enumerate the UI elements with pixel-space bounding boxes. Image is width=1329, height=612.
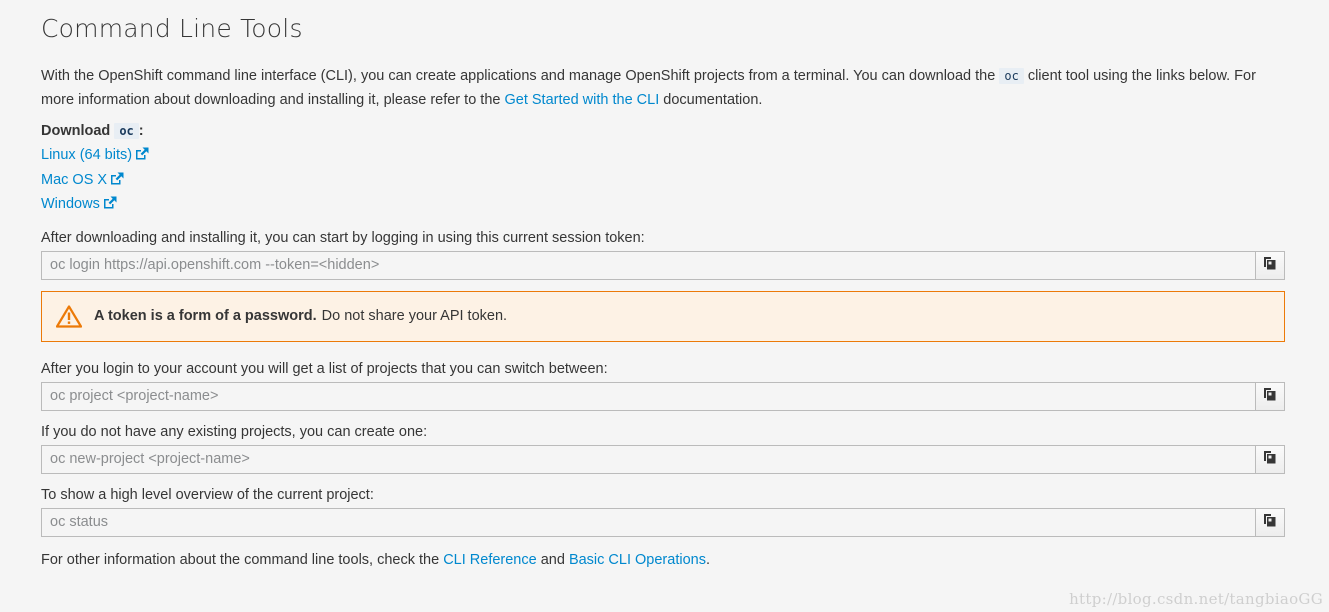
footer-text-2: and	[536, 551, 569, 568]
copy-status-command-button[interactable]	[1256, 507, 1285, 537]
download-windows-link[interactable]: Windows	[41, 196, 117, 212]
download-heading-code: oc	[114, 123, 139, 139]
new-project-label: If you do not have any existing projects…	[41, 423, 428, 440]
status-label: To show a high level overview of the cur…	[41, 486, 374, 503]
download-link-row-mac: Mac OS X	[41, 169, 1285, 194]
download-mac-link[interactable]: Mac OS X	[41, 172, 124, 188]
footer-text-1: For other information about the command …	[41, 551, 444, 568]
copy-icon	[1263, 450, 1277, 469]
cli-reference-link[interactable]: CLI Reference	[443, 552, 537, 568]
project-switch-label: After you login to your account you will…	[41, 360, 608, 377]
page-title: Command Line Tools	[41, 14, 303, 43]
copy-project-command-button[interactable]	[1256, 381, 1285, 411]
download-link-row-windows: Windows	[41, 193, 1285, 218]
copy-icon	[1263, 256, 1277, 275]
footer-paragraph: For other information about the command …	[41, 548, 1285, 572]
external-link-icon	[135, 145, 149, 169]
login-label: After downloading and installing it, you…	[41, 229, 645, 246]
warning-triangle-icon	[56, 304, 82, 328]
intro-text-3: documentation.	[659, 92, 763, 108]
intro-paragraph: With the OpenShift command line interfac…	[41, 64, 1285, 112]
copy-icon	[1263, 513, 1277, 532]
external-link-icon	[110, 170, 124, 194]
download-heading: Download oc:	[41, 123, 1285, 139]
project-command-input[interactable]	[41, 381, 1256, 411]
external-link-icon	[103, 194, 117, 218]
new-project-command-row	[41, 444, 1285, 474]
download-windows-label: Windows	[41, 196, 100, 212]
status-command-row	[41, 507, 1285, 537]
basic-cli-operations-link[interactable]: Basic CLI Operations	[569, 552, 706, 568]
download-heading-text: Download	[41, 123, 111, 139]
download-links: Linux (64 bits) Mac OS X Windows	[41, 144, 1285, 218]
copy-login-command-button[interactable]	[1256, 250, 1285, 280]
download-linux-label: Linux (64 bits)	[41, 147, 133, 163]
watermark: http://blog.csdn.net/tangbiaoGG	[1069, 590, 1323, 608]
download-heading-colon: :	[138, 123, 144, 139]
intro-code-oc: oc	[999, 68, 1024, 84]
status-command-input[interactable]	[41, 507, 1256, 537]
download-linux-link[interactable]: Linux (64 bits)	[41, 147, 149, 163]
intro-text-1: With the OpenShift command line interfac…	[41, 68, 1000, 84]
download-mac-label: Mac OS X	[41, 171, 108, 188]
token-warning-alert: A token is a form of a password. Do not …	[41, 290, 1285, 342]
footer-text-3: .	[705, 551, 710, 568]
alert-text: Do not share your API token.	[321, 308, 508, 324]
copy-new-project-command-button[interactable]	[1256, 444, 1285, 474]
get-started-cli-link[interactable]: Get Started with the CLI	[504, 92, 659, 108]
alert-strong-text: A token is a form of a password.	[94, 308, 317, 324]
project-command-row	[41, 381, 1285, 411]
copy-icon	[1263, 387, 1277, 406]
login-command-input[interactable]	[41, 250, 1256, 280]
download-link-row-linux: Linux (64 bits)	[41, 144, 1285, 169]
command-line-tools-page: Command Line Tools With the OpenShift co…	[0, 0, 1329, 612]
new-project-command-input[interactable]	[41, 444, 1256, 474]
login-command-row	[41, 250, 1285, 280]
